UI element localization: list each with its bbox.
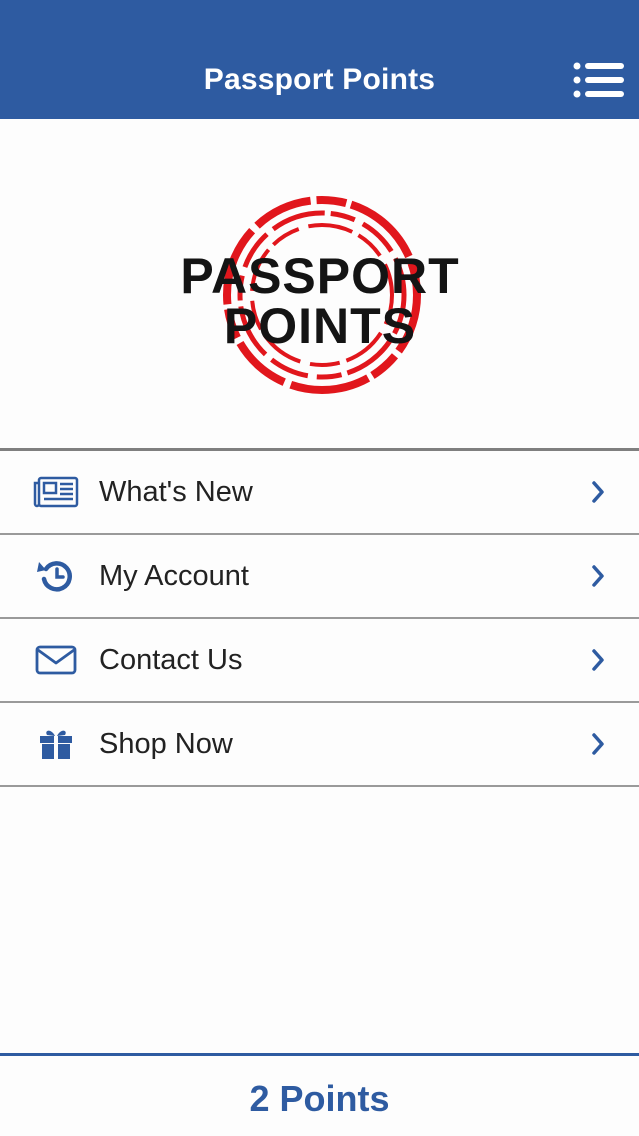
menu-item-label: Shop Now [99, 728, 233, 760]
menu-item-label: My Account [99, 560, 249, 592]
menu-item-label: What's New [99, 476, 253, 508]
list-menu-icon [573, 62, 624, 98]
menu-item-contact-us[interactable]: Contact Us [0, 619, 639, 703]
page-title: Passport Points [203, 63, 436, 96]
logo-area: PASSPORT POINTS [0, 119, 639, 449]
main-menu: What's New My Account Contact Us Shop No… [0, 451, 639, 787]
points-balance: 2 Points [249, 1078, 390, 1119]
top-bar: Passport Points [0, 0, 639, 119]
gift-icon [40, 730, 72, 759]
logo-text-points: POINTS [223, 298, 417, 354]
passport-points-logo: PASSPORT POINTS [160, 195, 480, 395]
menu-item-shop-now[interactable]: Shop Now [0, 703, 639, 787]
points-footer: 2 Points [0, 1056, 639, 1136]
history-icon [37, 561, 72, 592]
chevron-right-icon [592, 649, 604, 671]
menu-item-whats-new[interactable]: What's New [0, 451, 639, 535]
chevron-right-icon [592, 481, 604, 503]
menu-item-label: Contact Us [99, 644, 243, 676]
app-screen: Passport Points PASSPORT POINTS What's N… [0, 0, 639, 1136]
chevron-right-icon [592, 565, 604, 587]
chevron-right-icon [592, 733, 604, 755]
menu-item-my-account[interactable]: My Account [0, 535, 639, 619]
newspaper-icon [33, 476, 79, 508]
menu-button[interactable] [572, 60, 626, 100]
envelope-icon [35, 645, 77, 675]
